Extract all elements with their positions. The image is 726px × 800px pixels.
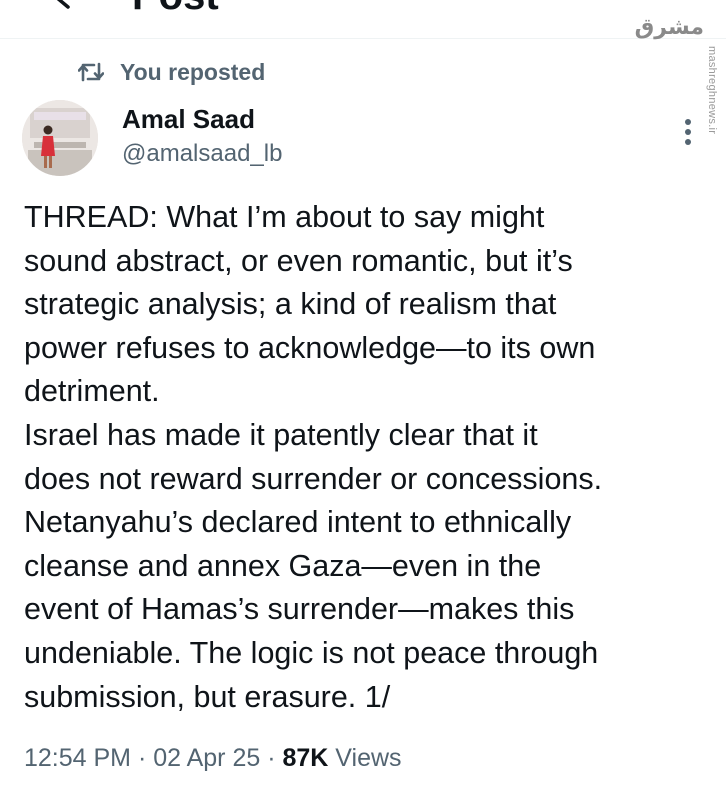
meta-separator: ·	[131, 744, 154, 772]
tweet-time[interactable]: 12:54 PM	[24, 744, 131, 772]
tweet-line: sound abstract, or even romantic, but it…	[24, 243, 573, 278]
tweet-line: Netanyahu’s declared intent to ethnicall…	[24, 505, 572, 540]
repost-indicator: You reposted	[78, 56, 265, 88]
watermark: مشرق mashreghnews.ir	[635, 14, 718, 134]
views-label: Views	[328, 744, 402, 772]
watermark-logo: مشرق	[634, 14, 704, 39]
meta-separator: ·	[260, 744, 283, 772]
tweet-line: undeniable. The logic is not peace throu…	[24, 635, 599, 670]
tweet-text: THREAD: What I’m about to say might soun…	[24, 196, 714, 719]
tweet-metadata: 12:54 PM · 02 Apr 25 · 87K Views	[24, 744, 402, 773]
watermark-url: mashreghnews.ir	[706, 46, 718, 135]
repost-icon	[78, 62, 104, 82]
tweet-line: detriment.	[24, 374, 160, 409]
tweet-date[interactable]: 02 Apr 25	[153, 744, 260, 772]
tweet-line: does not reward surrender or concessions…	[24, 461, 603, 496]
back-arrow-icon[interactable]	[52, 0, 92, 12]
views-count[interactable]: 87K	[282, 744, 328, 772]
avatar-photo	[22, 100, 98, 176]
tweet-line: strategic analysis; a kind of realism th…	[24, 287, 557, 322]
avatar[interactable]	[22, 100, 98, 176]
page-title: Post	[132, 0, 219, 19]
tweet-line: THREAD: What I’m about to say might	[24, 200, 545, 234]
repost-label: You reposted	[120, 58, 266, 85]
tweet-line: Israel has made it patently clear that i…	[24, 417, 538, 452]
tweet-line: submission, but erasure. 1/	[24, 679, 391, 714]
more-options-icon[interactable]	[676, 114, 700, 154]
author-name[interactable]: Amal Saad	[122, 104, 255, 135]
tweet-line: power refuses to acknowledge—to its own	[24, 330, 596, 365]
tweet-line: event of Hamas’s surrender—makes this	[24, 592, 575, 627]
top-bar: Post	[0, 0, 726, 39]
tweet-line: cleanse and annex Gaza—even in the	[24, 548, 542, 583]
author-handle[interactable]: @amalsaad_lb	[122, 140, 282, 168]
